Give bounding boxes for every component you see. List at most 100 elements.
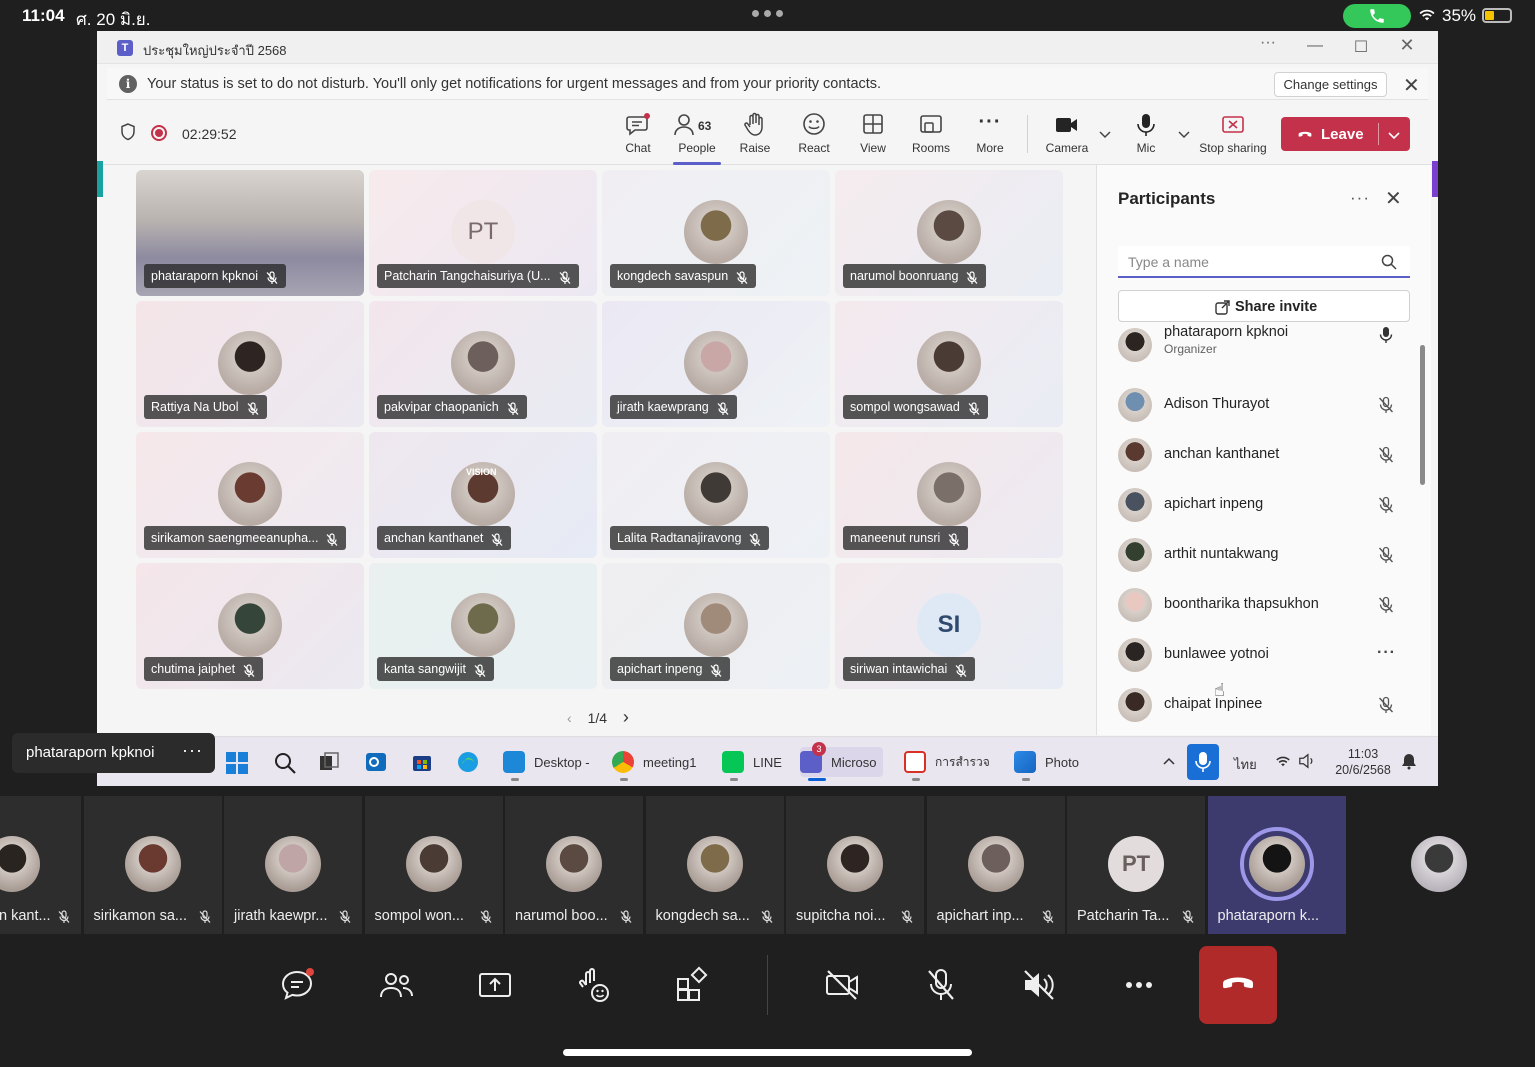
leave-button[interactable]: Leave — [1281, 117, 1410, 151]
windows-start-icon[interactable] — [225, 751, 249, 775]
participant-row[interactable]: phataraporn kpknoi Organizer — [1118, 325, 1408, 370]
panel-close-icon[interactable]: ✕ — [1385, 186, 1402, 211]
participant-search-input[interactable] — [1128, 252, 1368, 272]
share-invite-button[interactable]: Share invite — [1118, 290, 1410, 322]
volume-icon[interactable] — [1298, 753, 1316, 769]
strip-tile[interactable]: narumol boo... — [505, 796, 643, 934]
video-tile[interactable]: jirath kaewprang — [602, 301, 830, 427]
camera-off-icon[interactable] — [822, 965, 862, 1005]
input-language[interactable]: ไทย — [1234, 754, 1257, 775]
raise-hand-button[interactable]: Raise — [726, 109, 784, 161]
outlook-icon[interactable] — [364, 750, 388, 774]
next-page-icon[interactable]: › — [623, 707, 629, 727]
self-more-icon[interactable]: ··· — [182, 740, 203, 761]
strip-tile[interactable]: jirath kaewpr... — [224, 796, 362, 934]
taskbar-app-line[interactable]: LINE — [722, 747, 782, 781]
video-tile[interactable]: VISION anchan kanthanet — [369, 432, 597, 558]
window-more-icon[interactable]: ··· — [1255, 34, 1281, 52]
strip-tile[interactable]: sompol won... — [364, 796, 503, 934]
video-tile[interactable]: narumol boonruang — [835, 170, 1063, 296]
mic-chevron-down-icon[interactable] — [1177, 127, 1191, 141]
panel-more-icon[interactable]: ··· — [1350, 188, 1370, 208]
video-tile[interactable]: maneenut runsri — [835, 432, 1063, 558]
edge-icon[interactable] — [456, 750, 480, 774]
video-tile[interactable]: phataraporn kpknoi — [136, 170, 364, 296]
strip-tile[interactable]: n kant... — [0, 796, 81, 934]
minimize-icon[interactable]: — — [1302, 37, 1328, 55]
taskbar-app-desktop[interactable]: Desktop - — [503, 747, 590, 781]
strip-tile[interactable]: sirikamon sa... — [83, 796, 222, 934]
participants-icon[interactable] — [376, 965, 416, 1005]
video-tile[interactable]: Rattiya Na Ubol — [136, 301, 364, 427]
hang-up-button[interactable] — [1199, 946, 1277, 1024]
camera-chevron-down-icon[interactable] — [1098, 127, 1112, 141]
home-indicator[interactable] — [563, 1049, 972, 1056]
tray-chevron-up-icon[interactable] — [1161, 754, 1177, 770]
tray-mic-button[interactable] — [1187, 744, 1219, 780]
video-tile[interactable]: chutima jaiphet — [136, 563, 364, 689]
mic-off-icon[interactable] — [921, 965, 961, 1005]
participant-row[interactable]: chaipat Inpinee — [1118, 680, 1408, 730]
participant-row[interactable]: arthit nuntakwang — [1118, 530, 1408, 580]
strip-tile[interactable]: PT Patcharin Ta... — [1067, 796, 1205, 934]
window-close-icon[interactable]: ✕ — [1394, 35, 1420, 56]
speaker-off-icon[interactable] — [1019, 965, 1059, 1005]
more-options-icon[interactable] — [1119, 965, 1159, 1005]
participant-row[interactable]: anchan kanthanet — [1118, 430, 1408, 480]
active-call-icon[interactable] — [1343, 4, 1411, 28]
taskbar-app-teams[interactable]: 3 Microso — [800, 742, 883, 781]
participant-row[interactable]: Adison Thurayot — [1118, 380, 1408, 430]
video-tile[interactable]: Lalita Radtanajiravong — [602, 432, 830, 558]
task-view-icon[interactable] — [318, 751, 340, 773]
tray-wifi-icon[interactable] — [1274, 753, 1292, 769]
video-tile[interactable]: sirikamon saengmeeanupha... — [136, 432, 364, 558]
strip-tile[interactable]: kongdech sa... — [645, 796, 784, 934]
people-button[interactable]: 63 People — [668, 109, 726, 161]
banner-close-icon[interactable]: ✕ — [1403, 73, 1420, 98]
strip-tile[interactable]: apichart inp... — [926, 796, 1065, 934]
video-tile[interactable]: sompol wongsawad — [835, 301, 1063, 427]
chat-button[interactable]: Chat — [609, 109, 667, 161]
stop-sharing-button[interactable]: Stop sharing — [1197, 109, 1269, 161]
self-video-label[interactable]: phataraporn kpknoi ··· — [12, 733, 215, 773]
rooms-button[interactable]: Rooms — [902, 109, 960, 161]
video-tile[interactable]: kongdech savaspun — [602, 170, 830, 296]
multitask-dots-icon[interactable] — [752, 10, 784, 18]
change-settings-button[interactable]: Change settings — [1274, 72, 1387, 97]
maximize-icon[interactable]: ☐ — [1348, 37, 1374, 57]
video-tile[interactable]: kanta sangwijit — [369, 563, 597, 689]
apps-icon[interactable] — [672, 965, 712, 1005]
strip-tile[interactable]: supitcha noi... — [786, 796, 924, 934]
prev-page-icon[interactable]: ‹ — [567, 710, 572, 726]
participant-more-icon[interactable]: ··· — [1377, 645, 1395, 664]
share-screen-icon[interactable] — [475, 965, 515, 1005]
participant-row[interactable]: apichart inpeng — [1118, 480, 1408, 530]
raise-hand-icon[interactable] — [574, 965, 614, 1005]
participant-search[interactable] — [1118, 246, 1410, 278]
strip-tile[interactable] — [1370, 796, 1508, 934]
video-tile[interactable]: SI siriwan intawichai — [835, 563, 1063, 689]
camera-button[interactable]: Camera — [1038, 109, 1096, 161]
taskbar-app-pdf[interactable]: การสำรวจ — [904, 747, 990, 781]
view-button[interactable]: View — [844, 109, 902, 161]
taskbar-app-photos[interactable]: Photo — [1014, 747, 1079, 781]
shield-icon[interactable] — [120, 123, 136, 141]
taskbar-app-chrome[interactable]: meeting1 — [612, 747, 696, 781]
participant-row[interactable]: bunlawee yotnoi ··· — [1118, 630, 1408, 680]
video-tile[interactable]: apichart inpeng — [602, 563, 830, 689]
chat-bubble-icon[interactable] — [277, 965, 317, 1005]
strip-tile-self[interactable]: phataraporn k... — [1207, 796, 1346, 934]
store-icon[interactable] — [410, 750, 434, 774]
search-icon[interactable] — [1381, 254, 1397, 270]
taskbar-clock[interactable]: 11:03 20/6/2568 — [1334, 746, 1392, 778]
notification-bell-icon[interactable] — [1400, 752, 1418, 770]
participant-row[interactable]: boontharika thapsukhon — [1118, 580, 1408, 630]
leave-chevron-down-icon[interactable] — [1387, 128, 1401, 142]
react-button[interactable]: React — [785, 109, 843, 161]
participant-scrollbar[interactable] — [1420, 345, 1425, 485]
mic-button[interactable]: Mic — [1117, 109, 1175, 161]
taskbar-search-icon[interactable] — [273, 751, 297, 775]
video-tile[interactable]: pakvipar chaopanich — [369, 301, 597, 427]
video-tile[interactable]: PT Patcharin Tangchaisuriya (U... — [369, 170, 597, 296]
more-button[interactable]: ··· More — [961, 109, 1019, 161]
